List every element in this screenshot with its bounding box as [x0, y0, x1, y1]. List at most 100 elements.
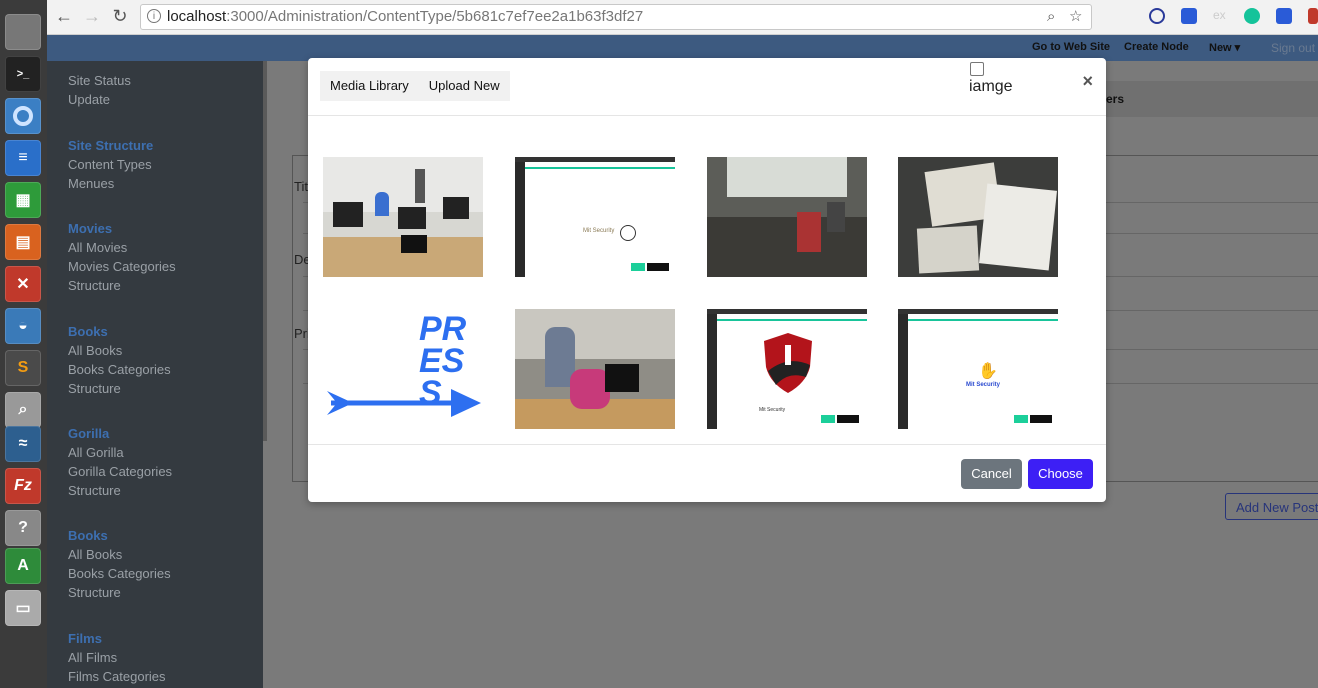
thumb-button [647, 263, 669, 271]
filezilla-icon[interactable]: Fz [5, 468, 41, 504]
create-node-link[interactable]: Create Node [1124, 41, 1189, 53]
thumb-monitor [398, 207, 426, 229]
media-thumb-papers[interactable] [898, 157, 1058, 277]
settings-icon[interactable]: ✕ [5, 266, 41, 302]
thumb-button [1014, 415, 1028, 423]
thumb-paper [979, 183, 1057, 271]
sidebar-item[interactable]: Structure [68, 278, 176, 297]
tab-upload-new[interactable]: Upload New [419, 71, 510, 101]
sidebar-item[interactable]: Structure [68, 381, 171, 400]
files-icon[interactable] [5, 14, 41, 50]
help-icon[interactable]: ? [5, 510, 41, 546]
tab-media-library[interactable]: Media Library [320, 71, 419, 101]
media-grid: Mit Security PRESS Mit Security ✋ Mit Se… [323, 157, 1083, 431]
address-bar[interactable]: i localhost:3000/Administration/ContentT… [140, 4, 1092, 30]
media-thumb-security-screen[interactable]: Mit Security [515, 157, 675, 277]
hand-icon: ✋ [978, 363, 998, 380]
thumb-window [727, 157, 847, 197]
thumb-person [415, 169, 425, 203]
sidebar-heading: Site Structure [68, 138, 154, 153]
media-thumb-shield[interactable]: Mit Security [707, 309, 867, 429]
ex-extension-icon[interactable]: ex [1213, 8, 1229, 24]
sidebar-item[interactable]: All Films [68, 650, 166, 669]
s-extension-icon[interactable] [1276, 8, 1292, 24]
thumb-sidebar [898, 314, 908, 429]
media-thumb-office-3[interactable] [515, 309, 675, 429]
back-icon[interactable]: ← [53, 5, 75, 27]
sidebar-item[interactable]: Structure [68, 585, 171, 604]
sidebar-item[interactable]: Books Categories [68, 362, 171, 381]
thumb-paper [916, 225, 980, 274]
media-thumb-office-1[interactable] [323, 157, 483, 277]
sidebar-heading: Books [68, 528, 108, 543]
sidebar-item[interactable]: Books Categories [68, 566, 171, 585]
sidebar-item[interactable]: Menues [68, 176, 153, 195]
sidebar-item[interactable]: All Movies [68, 240, 176, 259]
thumb-sidebar [515, 162, 525, 277]
calc-icon[interactable]: ▦ [5, 182, 41, 218]
chromium-icon[interactable] [5, 98, 41, 134]
writer-icon[interactable]: ≡ [5, 140, 41, 176]
workbench-icon[interactable]: ≈ [5, 426, 41, 462]
header-divider [308, 115, 1106, 116]
sidebar-heading: Gorilla [68, 426, 110, 441]
zoom-icon[interactable]: ⌕ [1047, 5, 1055, 29]
sublime-icon[interactable]: S [5, 350, 41, 386]
thumb-browserbar [898, 309, 1058, 314]
drive-icon[interactable]: ▭ [5, 590, 41, 626]
link-extension-icon[interactable] [1181, 8, 1197, 24]
thumb-greenbar [898, 319, 1058, 321]
add-new-post-button[interactable]: Add New Post [1225, 493, 1318, 520]
software-center-icon[interactable]: A [5, 548, 41, 584]
image-checkbox[interactable] [970, 62, 984, 76]
reload-icon[interactable]: ↻ [109, 5, 131, 27]
title-label: Tit [294, 179, 308, 194]
media-thumb-office-2[interactable] [707, 157, 867, 277]
sidebar-item[interactable]: All Gorilla [68, 445, 172, 464]
sidebar-group: Site Status Update [68, 73, 131, 111]
forward-icon[interactable]: → [81, 5, 103, 27]
admin-sidebar: Site Status Update Site Structure Conten… [47, 61, 263, 688]
sidebar-item[interactable]: Update [68, 92, 131, 111]
viewer-icon[interactable]: ⌕ [5, 392, 41, 428]
sidebar-item[interactable]: Films Categories [68, 669, 166, 688]
thumb-person [827, 202, 845, 232]
media-thumb-press-arrow[interactable]: PRESS [323, 309, 483, 429]
sidebar-item[interactable]: All Books [68, 547, 171, 566]
impress-icon[interactable]: ▤ [5, 224, 41, 260]
header-fragment: ers [1106, 92, 1125, 106]
sidebar-item[interactable]: Movies Categories [68, 259, 176, 278]
sign-out-link[interactable]: Sign out [1271, 41, 1315, 55]
modal-tabs: Media Library Upload New [320, 71, 510, 101]
new-dropdown[interactable]: New ▾ [1209, 41, 1240, 54]
red-extension-icon[interactable] [1308, 8, 1318, 24]
thumb-crosshair [620, 225, 636, 241]
sidebar-item[interactable]: Site Status [68, 73, 131, 92]
info-icon[interactable]: i [147, 9, 161, 23]
thumb-monitor [333, 202, 363, 227]
sidebar-group: Movies All Movies Movies Categories Stru… [68, 221, 176, 297]
sidebar-group: Books All Books Books Categories Structu… [68, 528, 171, 604]
sidebar-item[interactable]: All Books [68, 343, 171, 362]
thumb-browserbar [707, 309, 867, 314]
sidebar-item[interactable]: Gorilla Categories [68, 464, 172, 483]
image-checkbox-label: iamge [969, 78, 1013, 95]
sidebar-item[interactable]: Structure [68, 483, 172, 502]
media-thumb-hand[interactable]: ✋ Mit Security [898, 309, 1058, 429]
thumb-caption: Mit Security [966, 382, 1001, 388]
bookmark-star-icon[interactable]: ☆ [1069, 5, 1082, 29]
grammarly-icon[interactable] [1244, 8, 1260, 24]
thumb-caption: Mit Security [583, 228, 615, 234]
thumb-person [375, 192, 389, 216]
mysql-icon[interactable]: ◒ [5, 308, 41, 344]
terminal-icon[interactable]: >_ [5, 56, 41, 92]
sidebar-scrollbar[interactable] [263, 61, 267, 441]
block-extension-icon[interactable] [1149, 8, 1165, 24]
sidebar-item[interactable]: Content Types [68, 157, 153, 176]
sidebar-group: Films All Films Films Categories [68, 631, 166, 688]
footer-divider [308, 444, 1106, 445]
choose-button[interactable]: Choose [1028, 459, 1093, 489]
close-icon[interactable]: × [1082, 71, 1093, 92]
cancel-button[interactable]: Cancel [961, 459, 1022, 489]
go-to-website-link[interactable]: Go to Web Site [1032, 41, 1110, 53]
